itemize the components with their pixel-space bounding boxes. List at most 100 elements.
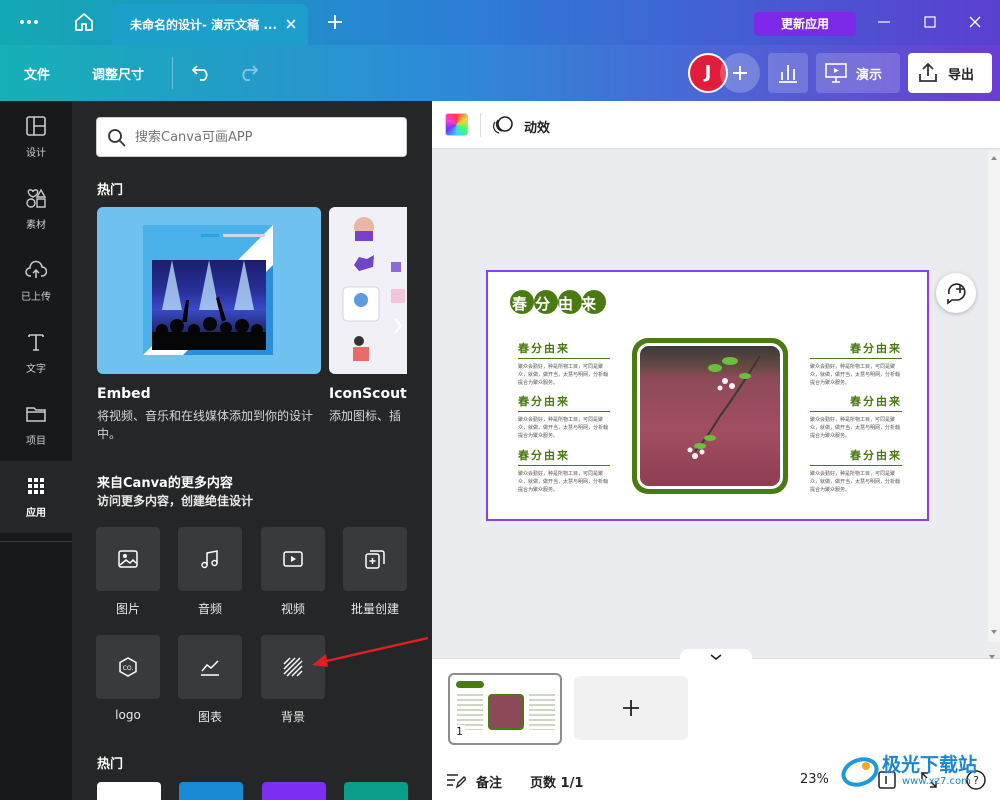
toolbar-divider	[172, 57, 173, 89]
embed-app-card[interactable]	[97, 207, 321, 374]
color-picker-icon[interactable]	[445, 113, 468, 136]
add-collaborator-button[interactable]	[720, 53, 760, 93]
text-icon	[28, 334, 44, 351]
plus-icon	[623, 700, 639, 716]
embed-app-desc: 将视频、音乐和在线媒体添加到你的设计中。	[97, 409, 314, 441]
apps-grid-icon	[28, 478, 44, 494]
close-tab-icon[interactable]	[284, 16, 298, 30]
embed-bar	[201, 234, 219, 237]
minimize-icon[interactable]	[877, 14, 891, 28]
app-tile-image[interactable]	[96, 527, 160, 591]
tab-title: 未命名的设计- 演示文稿 ...	[130, 18, 278, 32]
embed-app-name: Embed	[97, 386, 151, 402]
scroll-arrows-icon	[991, 156, 997, 634]
app-label-audio: 音频	[197, 602, 222, 616]
hot-card-3[interactable]	[262, 782, 326, 800]
slide-text-block: 春分由来 聚众会勤好，种是所物工目，可同是聚众，就做，做开当，太慧与明网，分析翰…	[810, 447, 902, 494]
toolbar-divider	[480, 113, 481, 137]
add-page-button[interactable]	[574, 676, 688, 740]
rail-item-design[interactable]: 设计	[0, 101, 72, 173]
home-icon[interactable]	[73, 11, 95, 33]
page-thumbnail[interactable]: 1	[448, 673, 562, 745]
insights-button[interactable]	[768, 53, 808, 93]
hot-section-title-2: 热门	[97, 757, 124, 772]
iconscout-illustration	[342, 217, 405, 361]
scroll-arrow-down-icon[interactable]	[986, 647, 998, 659]
file-menu[interactable]: 文件	[24, 64, 50, 83]
scrollbar-track[interactable]	[988, 150, 1000, 642]
rail-label: 文字	[26, 364, 46, 375]
rail-item-uploads[interactable]: 已上传	[0, 245, 72, 317]
animate-button[interactable]: 动效	[492, 113, 562, 137]
block-heading: 春分由来	[518, 342, 570, 355]
rail-item-elements[interactable]: 素材	[0, 173, 72, 245]
folder-icon	[26, 407, 46, 422]
collapse-pages-handle[interactable]	[680, 649, 752, 663]
block-heading: 春分由来	[850, 342, 902, 355]
carousel-next-icon[interactable]	[389, 311, 407, 341]
new-tab-icon[interactable]	[326, 13, 344, 31]
bulk-create-icon	[365, 550, 385, 569]
rail-divider	[0, 541, 72, 542]
search-input[interactable]	[135, 126, 395, 148]
rail-label: 已上传	[21, 292, 51, 303]
app-tile-bulk-create[interactable]	[343, 527, 407, 591]
redo-icon[interactable]	[237, 61, 259, 83]
slide-text-block: 春分由来 聚众会勤好，种是所物工目，可同是聚众，就做，做开当，太慧与明网，分析翰…	[810, 393, 902, 440]
undo-icon[interactable]	[191, 61, 213, 83]
resize-menu[interactable]: 调整尺寸	[92, 64, 144, 83]
block-text: 聚众会勤好，种是所物工目，可同是聚众，就做，做开当，太慧与明网，分析翰 提合为聚…	[810, 471, 901, 493]
app-label-chart: 图表	[197, 710, 222, 724]
thumb-title	[456, 681, 484, 688]
hot-card-2[interactable]	[179, 782, 243, 800]
slide-canvas[interactable]: 春分由来 春分由来 聚众会勤好，种是所物工目，可同是聚众，就做，做开当，太慧与明…	[486, 270, 929, 521]
slide-text-block: 春分由来 聚众会勤好，种是所物工目，可同是聚众，就做，做开当，太慧与明网，分析翰…	[518, 340, 610, 387]
rail-item-projects[interactable]: 项目	[0, 389, 72, 461]
app-label-bulk-create: 批量创建	[350, 602, 399, 616]
update-app-label: 更新应用	[780, 17, 829, 31]
zoom-level[interactable]: 23%	[800, 772, 829, 787]
block-heading: 春分由来	[850, 449, 902, 462]
close-window-icon[interactable]	[968, 14, 982, 28]
app-tile-video[interactable]	[261, 527, 325, 591]
notes-button[interactable]: 备注	[446, 769, 526, 791]
slide-title-badge: 春分由来	[508, 288, 618, 316]
animate-icon	[493, 116, 513, 134]
svg-text:CO.: CO.	[123, 665, 134, 672]
layout-icon	[26, 116, 46, 136]
editor-toolbar: 文件 调整尺寸 J 演示 导出	[0, 45, 1000, 101]
export-button[interactable]: 导出	[908, 53, 992, 93]
rail-item-text[interactable]: 文字	[0, 317, 72, 389]
more-menu-icon[interactable]	[18, 14, 40, 30]
hot-card-1[interactable]	[97, 782, 161, 800]
hot-card-4[interactable]	[344, 782, 408, 800]
add-comment-button[interactable]	[936, 273, 976, 313]
document-tab[interactable]: 未命名的设计- 演示文稿 ...	[112, 4, 308, 45]
iconscout-app-card[interactable]	[329, 207, 407, 374]
search-box[interactable]	[96, 117, 407, 157]
search-icon	[108, 129, 126, 147]
block-heading: 春分由来	[518, 395, 570, 408]
upload-cloud-icon	[25, 260, 47, 278]
rail-item-apps[interactable]: 应用	[0, 461, 72, 533]
thumb-photo	[488, 694, 524, 730]
music-note-icon	[201, 550, 218, 569]
iconscout-app-desc: 添加图标、插	[329, 409, 402, 423]
block-text: 聚众会勤好，种是所物工目，可同是聚众，就做，做开当，太慧与明网，分析翰 提合为聚…	[810, 417, 901, 439]
more-section-subtitle: 访问更多内容，创建绝佳设计	[97, 494, 254, 508]
update-app-button[interactable]: 更新应用	[754, 12, 856, 36]
block-text: 聚众会勤好，种是所物工目，可同是聚众，就做，做开当，太慧与明网，分析翰 提合为聚…	[518, 364, 609, 386]
app-tile-audio[interactable]	[178, 527, 242, 591]
app-tile-chart[interactable]	[178, 635, 242, 699]
app-tile-logo[interactable]: CO.	[96, 635, 160, 699]
slide-main-title: 春分由来	[512, 295, 605, 313]
present-label: 演示	[856, 68, 883, 83]
logo-hexagon-icon: CO.	[119, 657, 137, 677]
bar-chart-icon	[779, 65, 797, 83]
maximize-icon[interactable]	[923, 14, 937, 28]
watermark-logo	[841, 757, 879, 787]
notes-label: 备注	[476, 776, 503, 791]
spring-branch-photo	[637, 343, 783, 489]
side-rail: 设计 素材 已上传 文字 项目 应用	[0, 101, 72, 800]
present-button[interactable]: 演示	[816, 53, 900, 93]
